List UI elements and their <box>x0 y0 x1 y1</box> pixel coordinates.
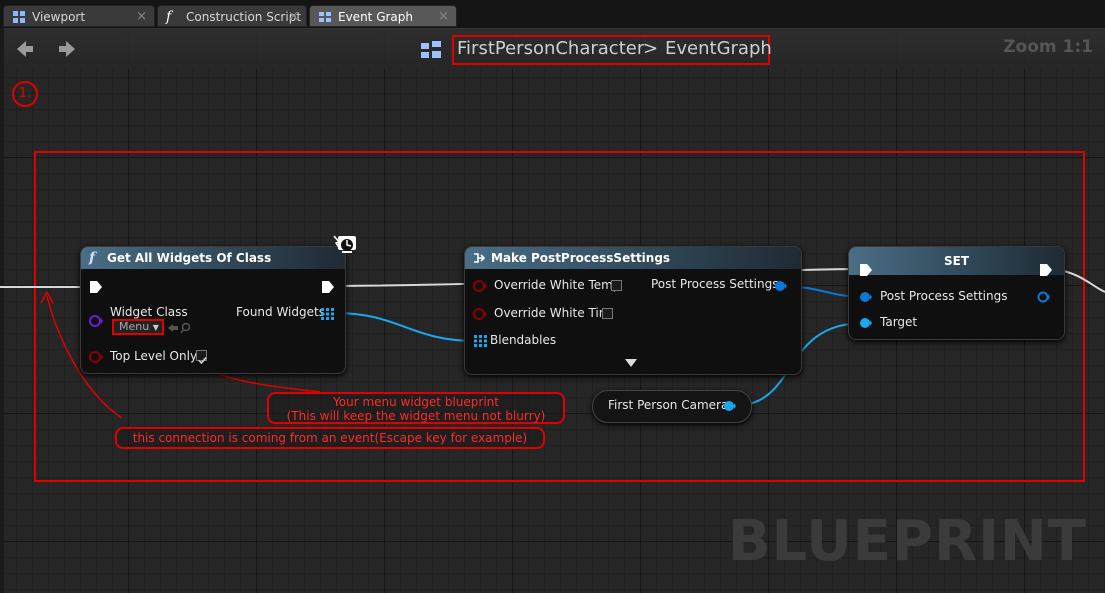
override-white-tint-label: Override White Tint <box>494 306 612 320</box>
chevron-down-icon: ▼ <box>152 323 159 332</box>
object-pin-icon[interactable] <box>722 400 738 412</box>
set-target-label: Target <box>880 315 918 329</box>
exec-in-pin-icon[interactable] <box>858 262 874 278</box>
top-level-only-label: Top Level Only <box>110 349 198 363</box>
blendables-label: Blendables <box>490 333 557 347</box>
exec-out-pin-icon[interactable] <box>320 279 336 295</box>
checkmark-icon <box>198 357 207 365</box>
struct-pin-icon[interactable] <box>774 280 788 292</box>
node-header[interactable]: f Get All Widgets Of Class <box>81 247 345 269</box>
top-level-only-checkbox[interactable] <box>196 350 207 365</box>
override-white-temp-label: Override White Temp <box>494 278 621 292</box>
set-post-process-settings-label: Post Process Settings <box>880 289 1008 303</box>
array-pin-icon[interactable] <box>321 308 334 320</box>
make-struct-icon <box>474 253 486 263</box>
node-header[interactable]: Make PostProcessSettings <box>465 247 801 269</box>
callout-widget-line1: Your menu widget blueprint <box>333 395 499 409</box>
callout-widget-blueprint: Your menu widget blueprint (This will ke… <box>267 392 565 424</box>
override-white-temp-checkbox[interactable] <box>611 280 622 291</box>
found-widgets-label: Found Widgets <box>236 305 325 319</box>
callout-widget-line2: (This will keep the widget menu not blur… <box>286 409 546 423</box>
callout-event-text: this connection is coming from an event(… <box>132 431 528 445</box>
exec-in-pin-icon[interactable] <box>88 279 104 295</box>
object-pin-icon[interactable] <box>858 317 874 329</box>
function-icon: f <box>89 250 96 266</box>
bool-pin-icon[interactable] <box>472 279 488 293</box>
array-pin-icon[interactable] <box>474 335 487 347</box>
bool-pin-icon[interactable] <box>472 307 488 321</box>
struct-pin-icon[interactable] <box>858 291 874 303</box>
bool-pin-icon[interactable] <box>88 350 104 364</box>
search-icon <box>181 322 191 332</box>
node-title: Make PostProcessSettings <box>491 251 671 265</box>
widget-class-dropdown[interactable]: Menu ▼ <box>112 319 164 335</box>
struct-out-pin-icon[interactable] <box>1036 291 1052 303</box>
browse-icons[interactable] <box>166 321 194 335</box>
first-person-camera-label: First Person Camera <box>608 398 729 412</box>
expand-arrow-icon[interactable] <box>624 358 638 368</box>
exec-out-pin-icon[interactable] <box>1038 262 1054 278</box>
callout-event-connection: this connection is coming from an event(… <box>115 427 545 449</box>
node-header[interactable]: SET <box>849 247 1064 275</box>
post-process-settings-output-label: Post Process Settings <box>651 277 779 291</box>
override-white-tint-checkbox[interactable] <box>602 308 613 319</box>
widget-class-value: Menu <box>119 320 150 333</box>
latent-clock-icon <box>333 235 356 253</box>
use-selected-arrow-icon <box>168 324 178 332</box>
node-title: SET <box>943 254 970 268</box>
widget-class-label: Widget Class <box>110 305 188 319</box>
node-title: Get All Widgets Of Class <box>107 251 272 265</box>
class-pin-icon[interactable] <box>88 314 104 328</box>
found-widgets-wire <box>334 312 477 342</box>
